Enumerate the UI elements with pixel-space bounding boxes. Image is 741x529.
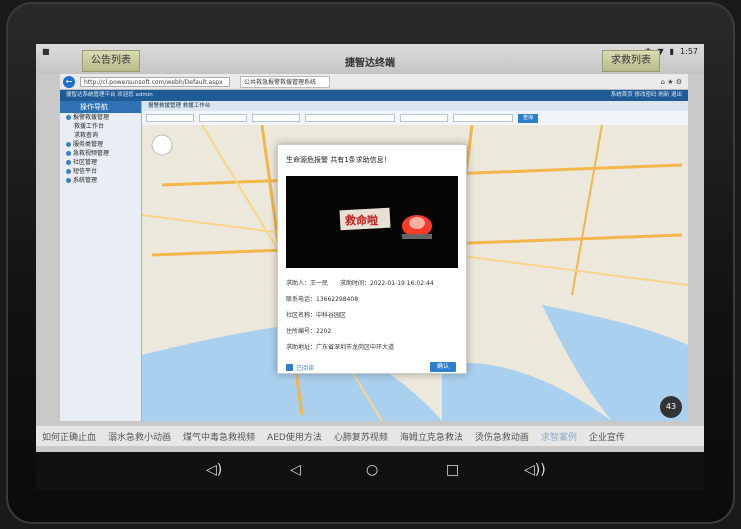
system-topbar: 捷智达系统管理平台 欢迎您 admin 系统首页 修改密码 刷新 退出 [60, 90, 688, 101]
read-checkbox-label: 已阅读 [296, 365, 315, 372]
video-link[interactable]: 海姆立克急救法 [394, 430, 469, 443]
video-link[interactable]: 烫伤急救动画 [469, 430, 535, 443]
volume-up-icon[interactable]: ◁)) [524, 462, 546, 478]
volume-down-icon[interactable]: ◁) [206, 462, 222, 478]
video-link[interactable]: 煤气中毒急救视频 [177, 430, 261, 443]
city-select[interactable] [199, 114, 247, 122]
dialog-title: 生命源危报警 共有1条求助信息！ [286, 156, 391, 164]
community-value: 中科谷园区 [316, 312, 347, 319]
svg-text:救命啦: 救命啦 [345, 213, 378, 227]
video-link[interactable]: 如何正确止血 [36, 430, 102, 443]
request-time: 2022-01-19 16:02:44 [369, 280, 434, 287]
sidebar-item[interactable]: 急救视频管理 [60, 149, 141, 158]
folder-icon [66, 160, 71, 165]
confirm-button[interactable]: 确认 [430, 362, 456, 372]
folder-icon [66, 178, 71, 183]
video-link[interactable]: 心肺复苏视频 [328, 430, 394, 443]
community-select[interactable] [305, 114, 395, 122]
speed-indicator: 43 [660, 396, 682, 418]
read-checkbox[interactable] [286, 364, 293, 371]
sidebar-item[interactable]: 救援工作台 [60, 122, 141, 131]
browser-tab[interactable]: 公共救急报警救援管理系统 [240, 75, 330, 88]
sidebar-item[interactable]: 服务类管理 [60, 140, 141, 149]
sidebar-header: 操作导航 [60, 101, 141, 113]
back-arrow-icon[interactable]: ← [63, 75, 75, 88]
video-link-active[interactable]: 求智案例 [535, 430, 583, 443]
browser-toolbar-icons[interactable]: ⌂ ★ ⚙ [661, 78, 682, 86]
folder-icon [66, 169, 71, 174]
rescue-alert-dialog: 生命源危报警 共有1条求助信息！ 救命啦 求助人：王一民 求助时间：2022-0… [277, 144, 467, 374]
breadcrumb: 报警救援管理 救援工作台 [142, 101, 688, 111]
district-select[interactable] [252, 114, 300, 122]
community-row: 社区名称：中科谷园区 [286, 312, 347, 319]
phone-row: 联系电话：13662298408 [286, 296, 359, 303]
address-row: 求助地址：广东省深圳市龙岗区中环大道 [286, 344, 395, 351]
address-value: 广东省深圳市龙岗区中环大道 [316, 344, 395, 351]
android-nav-bar: ◁) ◁ ○ □ ◁)) [36, 452, 704, 490]
folder-icon [66, 142, 71, 147]
alert-image: 救命啦 [286, 176, 458, 268]
video-link[interactable]: 企业宣传 [583, 430, 631, 443]
video-links-bar: 如何正确止血 溺水急救小动画 煤气中毒急救视频 AED使用方法 心肺复苏视频 海… [36, 426, 704, 446]
requester-name: 王一民 [310, 280, 329, 287]
requester-row: 求助人：王一民 求助时间：2022-01-19 16:02:44 [286, 280, 434, 287]
tablet-screen: ■ ✱ ▼ ▮ 1:57 公告列表 捷智达终端 求救列表 ← http://cl… [36, 44, 704, 490]
phone-value: 13662298408 [316, 296, 359, 303]
topbar-actions[interactable]: 系统首页 修改密码 刷新 退出 [611, 90, 682, 101]
sidebar-item[interactable]: 报警救援管理 [60, 113, 141, 122]
keyword-input[interactable] [453, 114, 513, 122]
folder-icon [66, 151, 71, 156]
sidebar-item[interactable]: 短信平台 [60, 167, 141, 176]
rescue-list-button[interactable]: 求救列表 [602, 50, 660, 72]
province-select[interactable] [146, 114, 194, 122]
filter-bar: 查询 [142, 111, 688, 125]
recent-apps-icon[interactable]: □ [446, 462, 459, 478]
residence-value: 2202 [316, 328, 332, 335]
back-icon[interactable]: ◁ [290, 462, 301, 478]
search-button[interactable]: 查询 [518, 113, 538, 123]
app-header: ■ ✱ ▼ ▮ 1:57 公告列表 捷智达终端 求救列表 [36, 44, 704, 74]
url-field[interactable]: http://cl.powersunsoft.com/webh/Default.… [80, 76, 230, 87]
sidebar-item[interactable]: 社区管理 [60, 158, 141, 167]
sidebar-item[interactable]: 求救查询 [60, 131, 141, 140]
address-bar-row: ← http://cl.powersunsoft.com/webh/Defaul… [60, 74, 688, 90]
home-icon[interactable]: ○ [366, 462, 378, 478]
video-link[interactable]: 溺水急救小动画 [102, 430, 177, 443]
device-select[interactable] [400, 114, 448, 122]
residence-row: 住所编号：2202 [286, 328, 332, 335]
siren-illustration: 救命啦 [286, 176, 458, 268]
sidebar: 操作导航 报警救援管理 救援工作台 求救查询 服务类管理 急救视频管理 社区管理… [60, 101, 142, 421]
topbar-welcome: 捷智达系统管理平台 欢迎您 admin [66, 92, 153, 98]
video-link[interactable]: AED使用方法 [261, 430, 328, 443]
sidebar-item[interactable]: 系统管理 [60, 176, 141, 185]
folder-icon [66, 115, 71, 120]
